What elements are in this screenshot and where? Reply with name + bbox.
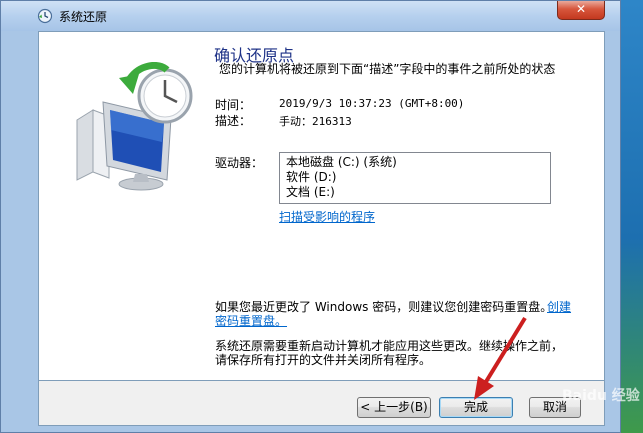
system-restore-icon	[37, 8, 53, 24]
time-value: 2019/9/3 10:37:23 (GMT+8:00)	[279, 97, 465, 110]
restart-notice-line2: 请保存所有打开的文件并关闭所有程序。	[215, 353, 432, 367]
list-item: 文档 (E:)	[286, 185, 335, 199]
list-item: 本地磁盘 (C:) (系统)	[286, 155, 397, 169]
window-title: 系统还原	[59, 10, 108, 24]
drives-list[interactable]: 本地磁盘 (C:) (系统) 软件 (D:) 文档 (E:)	[279, 152, 551, 204]
system-restore-window: 系统还原 ✕ 确认还原点 您的计算机将被还原到下面“描述”字段中的事件之前所处的…	[0, 0, 621, 433]
reset-disk-link[interactable]: 密码重置盘。	[215, 312, 287, 329]
content-panel: 确认还原点 您的计算机将被还原到下面“描述”字段中的事件之前所处的状态 时间： …	[38, 31, 605, 381]
close-icon: ✕	[575, 2, 587, 16]
list-item: 软件 (D:)	[286, 170, 337, 184]
back-button[interactable]: < 上一步(B)	[357, 397, 431, 418]
close-button[interactable]: ✕	[557, 1, 605, 20]
description-label: 描述：	[215, 114, 252, 128]
watermark-text: Baidu 经验	[562, 388, 640, 404]
finish-button[interactable]: 完成	[439, 397, 513, 418]
title-bar[interactable]: 系统还原 ✕	[1, 1, 620, 31]
scan-affected-programs-link[interactable]: 扫描受影响的程序	[279, 208, 375, 225]
page-description: 您的计算机将被还原到下面“描述”字段中的事件之前所处的状态	[219, 62, 556, 76]
button-bar: < 上一步(B) 完成 取消	[38, 381, 605, 426]
create-reset-disk-link[interactable]: 创建	[547, 298, 571, 315]
description-value: 手动：216313	[279, 115, 352, 128]
time-label: 时间：	[215, 98, 252, 112]
system-restore-illustration-icon	[76, 62, 193, 191]
drives-label: 驱动器：	[215, 156, 264, 170]
